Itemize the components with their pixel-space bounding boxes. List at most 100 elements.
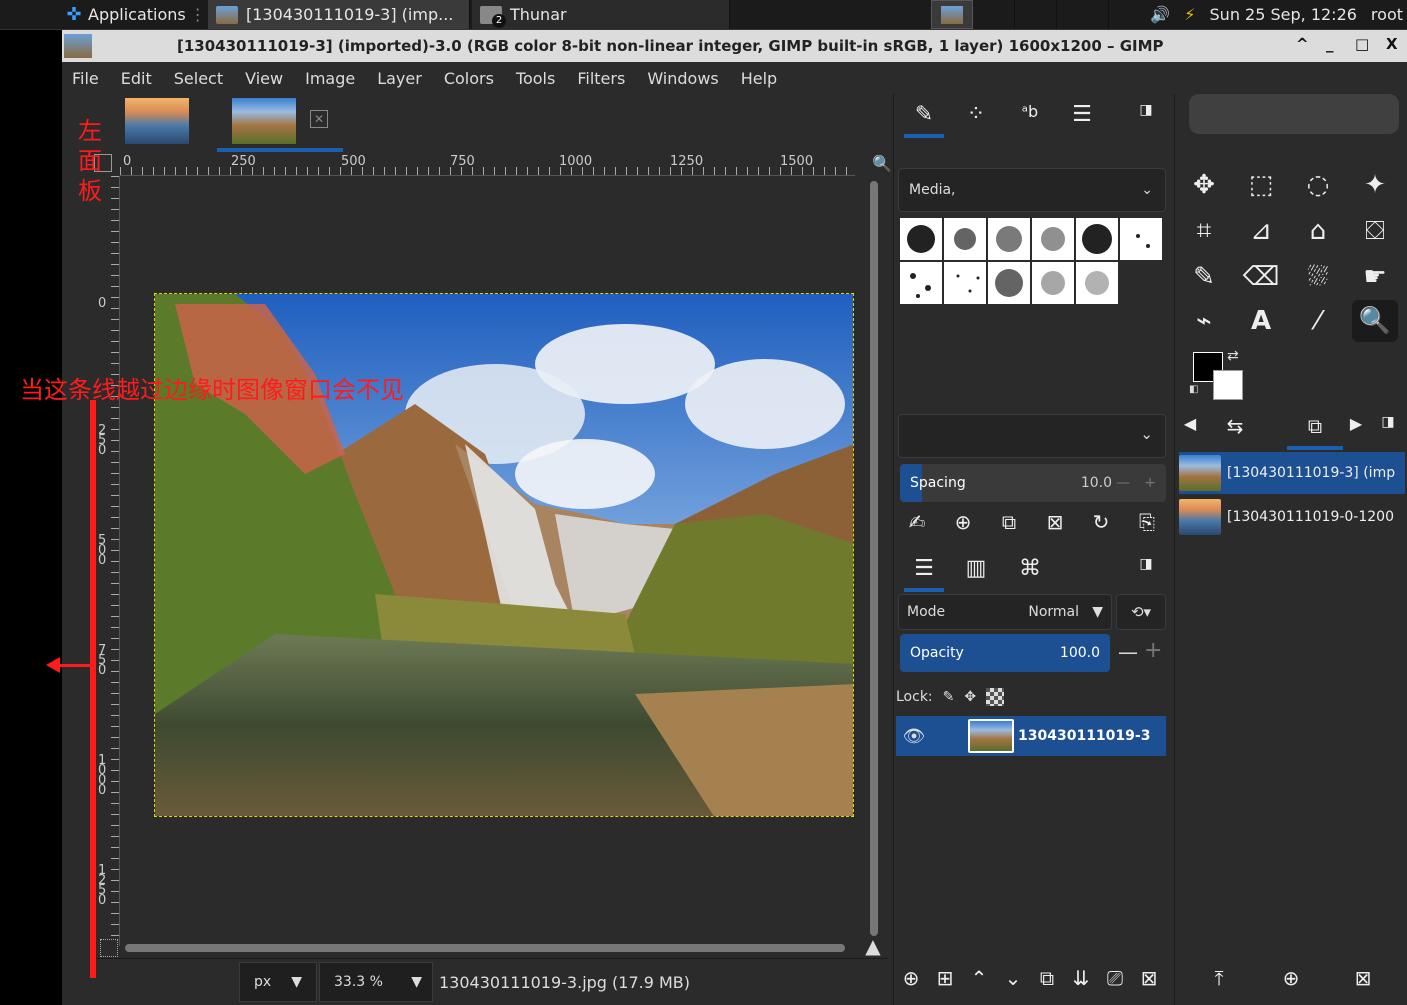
paths-tab-icon[interactable]: ⌘ bbox=[1010, 556, 1050, 584]
vertical-scroll-thumb[interactable] bbox=[870, 181, 878, 936]
fuzzy-select-tool-icon[interactable]: ✦ bbox=[1352, 164, 1398, 206]
new-layer-icon[interactable]: ⊕ bbox=[894, 966, 928, 990]
undo-history-tab-icon[interactable]: ⇆ bbox=[1215, 414, 1255, 442]
navigate-icon[interactable]: ▲ bbox=[862, 934, 884, 958]
horizontal-ruler[interactable]: 0 250 500 750 1000 1250 1500 bbox=[94, 152, 855, 176]
raise-display-icon[interactable]: ⤒ bbox=[1183, 966, 1255, 990]
channels-tab-icon[interactable]: ▥ bbox=[956, 556, 996, 584]
maximize-button[interactable]: □ bbox=[1355, 35, 1369, 53]
user-menu[interactable]: root bbox=[1371, 5, 1403, 24]
paintbrush-tool-icon[interactable]: ✎ bbox=[1181, 256, 1227, 298]
menu-tools[interactable]: Tools bbox=[516, 69, 566, 88]
menu-colors[interactable]: Colors bbox=[444, 69, 505, 88]
menu-file[interactable]: File bbox=[72, 69, 110, 88]
canvas-padding-icon[interactable] bbox=[100, 939, 118, 957]
default-colors-icon[interactable]: ◧ bbox=[1189, 384, 1198, 395]
brush-options-expander[interactable]: ⌄ bbox=[898, 414, 1166, 458]
window-icon[interactable] bbox=[64, 34, 92, 58]
delete-image-icon[interactable]: ⊠ bbox=[1327, 966, 1399, 990]
layer-name[interactable]: 130430111019-3 bbox=[1018, 728, 1150, 744]
images-list-item[interactable]: [130430111019-3] (imp bbox=[1179, 452, 1405, 494]
paths-tool-icon[interactable]: ⌁ bbox=[1181, 300, 1227, 342]
menu-image[interactable]: Image bbox=[305, 69, 366, 88]
zoom-selector[interactable]: 33.3 % ▼ bbox=[319, 962, 433, 1002]
images-tab-icon[interactable]: ⧉ bbox=[1287, 414, 1343, 450]
lasso-tool-icon[interactable]: ◌ bbox=[1295, 164, 1341, 206]
open-brush-as-image-icon[interactable]: ⎘ bbox=[1124, 510, 1170, 534]
workspace-2[interactable] bbox=[975, 0, 1015, 29]
minimize-button[interactable]: _ bbox=[1326, 35, 1334, 53]
smudge-tool-icon[interactable]: ☛ bbox=[1352, 256, 1398, 298]
workspace-4[interactable] bbox=[1059, 0, 1109, 29]
background-color-swatch[interactable] bbox=[1213, 370, 1243, 400]
menu-layer[interactable]: Layer bbox=[377, 69, 433, 88]
clock[interactable]: Sun 25 Sep, 12:26 bbox=[1210, 5, 1357, 24]
taskbar-item-thunar[interactable]: 2 Thunar bbox=[472, 0, 730, 29]
eye-visibility-icon[interactable]: 👁 bbox=[896, 726, 932, 747]
menu-windows[interactable]: Windows bbox=[647, 69, 729, 88]
layer-mode-select[interactable]: Mode Normal ▼ bbox=[898, 594, 1112, 630]
image-tab-2[interactable] bbox=[232, 98, 296, 144]
swap-colors-icon[interactable]: ⇄ bbox=[1227, 348, 1239, 364]
unified-transform-tool-icon[interactable]: ⊿ bbox=[1238, 210, 1284, 252]
raise-layer-icon[interactable]: ⌃ bbox=[962, 966, 996, 990]
window-titlebar[interactable]: [130430111019-3] (imported)-3.0 (RGB col… bbox=[62, 30, 1407, 62]
clone-tool-icon[interactable]: ⛆ bbox=[1295, 256, 1341, 298]
images-list-item[interactable]: [130430111019-0-1200 bbox=[1179, 496, 1405, 538]
zoom-icon[interactable]: 🔍 bbox=[872, 154, 892, 173]
lock-pixels-icon[interactable]: ✎ bbox=[943, 689, 955, 705]
brush-spacing-field[interactable]: Spacing 10.0 — + bbox=[900, 464, 1166, 502]
warp-transform-tool-icon[interactable]: ⌂ bbox=[1295, 210, 1341, 252]
plus-icon[interactable]: + bbox=[1144, 475, 1156, 491]
image-tab-1[interactable] bbox=[125, 98, 189, 144]
lock-alpha-icon[interactable] bbox=[986, 688, 1005, 706]
duplicate-layer-icon[interactable]: ⧉ bbox=[1030, 966, 1064, 990]
chain-link-slot[interactable] bbox=[932, 716, 968, 756]
lock-position-icon[interactable]: ✥ bbox=[964, 689, 976, 705]
lower-layer-icon[interactable]: ⌄ bbox=[996, 966, 1030, 990]
layer-opacity-field[interactable]: Opacity 100.0 bbox=[900, 634, 1110, 672]
configure-tab-icon[interactable]: ◨ bbox=[1134, 556, 1158, 584]
horizontal-scroll-thumb[interactable] bbox=[125, 944, 845, 952]
tab-scroll-right-icon[interactable]: ▶ bbox=[1343, 414, 1369, 442]
vertical-scrollbar[interactable] bbox=[867, 176, 881, 946]
workspace-3[interactable] bbox=[1017, 0, 1057, 29]
fonts-tab-icon[interactable]: ᵃb bbox=[1010, 102, 1050, 130]
horizontal-scrollbar[interactable] bbox=[120, 941, 855, 955]
workspace-switcher[interactable] bbox=[931, 0, 973, 29]
zoom-tool-icon[interactable]: 🔍 bbox=[1352, 300, 1398, 342]
crop-tool-icon[interactable]: ⌗ bbox=[1181, 210, 1227, 252]
edit-brush-icon[interactable]: ✍ bbox=[894, 510, 940, 534]
layers-tab-icon[interactable]: ☰ bbox=[904, 556, 944, 592]
layer-row[interactable]: 👁 130430111019-3 bbox=[896, 716, 1166, 756]
tab-scroll-left-icon[interactable]: ◀ bbox=[1177, 414, 1203, 442]
delete-brush-icon[interactable]: ⊠ bbox=[1032, 510, 1078, 534]
minus-icon[interactable]: — bbox=[1116, 475, 1130, 491]
rect-select-tool-icon[interactable]: ⬚ bbox=[1238, 164, 1284, 206]
menu-filters[interactable]: Filters bbox=[577, 69, 636, 88]
composite-mode-button[interactable]: ⟲▾ bbox=[1116, 594, 1166, 630]
new-brush-icon[interactable]: ⊕ bbox=[940, 510, 986, 534]
configure-tab-icon[interactable]: ◨ bbox=[1375, 414, 1401, 442]
vertical-ruler[interactable]: 0 250 500 750 1000 1250 bbox=[95, 176, 120, 946]
close-tab-icon[interactable]: ✕ bbox=[310, 110, 328, 128]
close-button[interactable]: X bbox=[1386, 35, 1398, 53]
new-layer-group-icon[interactable]: ⊞ bbox=[928, 966, 962, 990]
new-display-icon[interactable]: ⊕ bbox=[1255, 966, 1327, 990]
merge-layer-icon[interactable]: ⇊ bbox=[1064, 966, 1098, 990]
menu-view[interactable]: View bbox=[245, 69, 294, 88]
menu-help[interactable]: Help bbox=[741, 69, 788, 88]
configure-tab-icon[interactable]: ◨ bbox=[1134, 102, 1158, 130]
brushes-tab-icon[interactable]: ✎ bbox=[904, 102, 944, 138]
delete-layer-icon[interactable]: ⊠ bbox=[1132, 966, 1166, 990]
move-tool-icon[interactable]: ✥ bbox=[1181, 164, 1227, 206]
menu-edit[interactable]: Edit bbox=[121, 69, 163, 88]
bucket-fill-tool-icon[interactable]: ⛋ bbox=[1352, 210, 1398, 252]
minus-icon[interactable]: — bbox=[1118, 640, 1138, 664]
applications-menu[interactable]: ✜ Applications ⋮ bbox=[64, 0, 205, 29]
plus-icon[interactable]: + bbox=[1144, 638, 1162, 663]
menu-select[interactable]: Select bbox=[174, 69, 234, 88]
volume-icon[interactable]: 🔊 bbox=[1150, 5, 1170, 24]
add-mask-icon[interactable]: ⎚ bbox=[1098, 966, 1132, 990]
shade-button[interactable]: ^ bbox=[1296, 35, 1309, 53]
